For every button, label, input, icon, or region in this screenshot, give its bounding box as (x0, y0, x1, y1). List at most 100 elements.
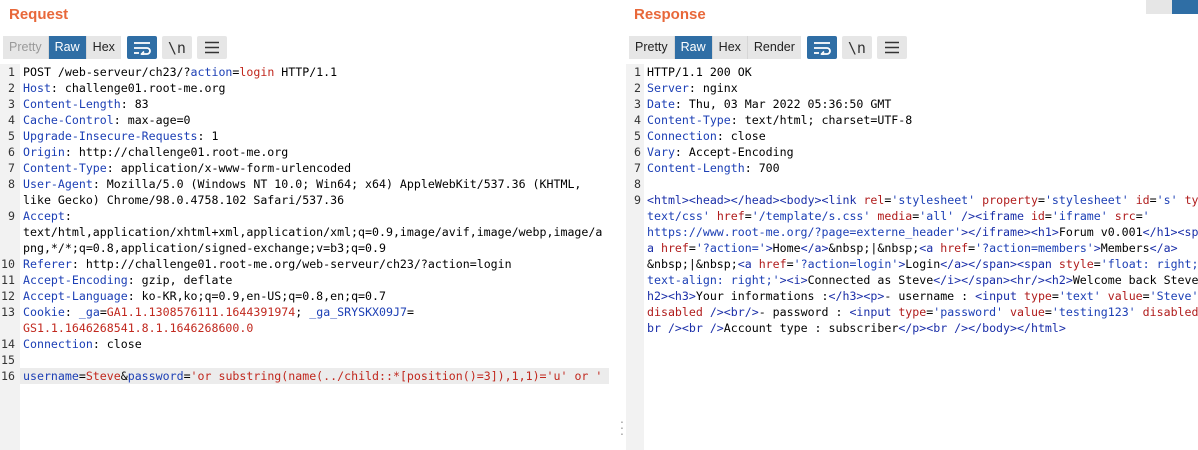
code-token: > (765, 241, 773, 255)
tab-hex[interactable]: Hex (712, 36, 748, 59)
code-token: like Gecko) Chrome/98.0.4758.102 Safari/… (23, 193, 345, 207)
code-token: <html> (647, 193, 689, 207)
code-text: Server: nginx (647, 80, 738, 96)
layout-split-button[interactable] (1172, 0, 1198, 14)
code-text: &nbsp;|&nbsp;<a href='?action=login'>Log… (647, 256, 1198, 272)
line-number: 1 (634, 65, 641, 79)
code-line: text/html,application/xhtml+xml,applicat… (0, 224, 619, 240)
code-token: text/css' (647, 209, 717, 223)
code-line: 9 <html><head></head><body><link rel='sty… (626, 192, 1198, 208)
code-token: = (1044, 305, 1052, 319)
code-line: disabled /><br/>- password : <input type… (626, 304, 1198, 320)
code-token: & (120, 369, 128, 383)
tab-render[interactable]: Render (747, 36, 801, 59)
more-options-icon[interactable]: · · · (619, 414, 625, 440)
code-token: </p> (898, 321, 927, 335)
code-token: /> (961, 209, 976, 223)
code-line: 7 Content-Type: application/x-www-form-ur… (0, 160, 619, 176)
code-token: <input (849, 305, 899, 319)
tab-raw[interactable]: Raw (48, 36, 87, 59)
request-editor[interactable]: 1 POST /web-serveur/ch23/?action=login HT… (0, 64, 619, 450)
layout-vertical-button[interactable] (1146, 0, 1172, 14)
pane-divider[interactable] (619, 0, 626, 450)
code-token: </i> (933, 273, 962, 287)
code-text: username=Steve&password='or substring(na… (23, 368, 602, 384)
response-view-tabs: Pretty Raw Hex Render (629, 36, 801, 59)
code-token: Server (647, 81, 689, 95)
code-token: '?action=login' (793, 257, 899, 271)
code-line: 9 Accept: (0, 208, 619, 224)
code-token: : max-age=0 (113, 113, 191, 127)
code-text: Cache-Control: max-age=0 (23, 112, 191, 128)
tab-pretty[interactable]: Pretty (3, 36, 49, 59)
code-line: GS1.1.1646268541.8.1.1646268600.0 (0, 320, 619, 336)
code-token: : nginx (688, 81, 738, 95)
show-newlines-button[interactable]: \n (161, 36, 192, 59)
code-text: Content-Length: 83 (23, 96, 149, 112)
code-text: Accept-Encoding: gzip, deflate (23, 272, 232, 288)
tab-raw[interactable]: Raw (674, 36, 713, 59)
line-number: 1 (8, 65, 15, 79)
code-line: 1 HTTP/1.1 200 OK (626, 64, 1198, 80)
line-number: 9 (634, 193, 641, 207)
newline-icon: \n (847, 38, 866, 57)
menu-button[interactable] (876, 36, 907, 59)
code-token: - password : (758, 305, 850, 319)
line-number: 7 (8, 161, 15, 175)
code-token: </body> (968, 321, 1017, 335)
code-token: = (406, 305, 414, 319)
code-token: property (982, 193, 1038, 207)
wrap-lines-button[interactable] (806, 36, 837, 59)
code-token: Date (647, 97, 675, 111)
code-text: Content-Type: application/x-www-form-url… (23, 160, 351, 176)
line-number: 12 (1, 289, 15, 303)
code-token: = (1051, 289, 1059, 303)
code-token: Content-Length (647, 161, 745, 175)
response-editor[interactable]: 1 HTTP/1.1 200 OK 2 Server: nginx 3 Date: Thu… (626, 64, 1198, 450)
code-token: : gzip, deflate (127, 273, 233, 287)
code-line: 6 Vary: Accept-Encoding (626, 144, 1198, 160)
tab-hex[interactable]: Hex (86, 36, 121, 59)
code-token: HTTP/1.1 (274, 65, 338, 79)
code-text: GS1.1.1646268541.8.1.1646268600.0 (23, 320, 253, 336)
code-token: password (127, 369, 184, 383)
code-token: : ko-KR,ko;q=0.9,en-US;q=0.8,en;q=0.7 (127, 289, 386, 303)
code-line: 14 Connection: close (0, 336, 619, 352)
code-token: disabled (647, 305, 710, 319)
tab-pretty[interactable]: Pretty (629, 36, 675, 59)
code-token: Connection (23, 337, 93, 351)
menu-icon (204, 41, 219, 54)
code-token: Connected as Steve (807, 273, 934, 287)
wrap-lines-button[interactable] (126, 36, 157, 59)
code-token: Members (1100, 241, 1150, 255)
code-text: Referer: http://challenge01.root-me.org/… (23, 256, 512, 272)
code-text: Upgrade-Insecure-Requests: 1 (23, 128, 218, 144)
code-token: 'Steve' (1149, 289, 1198, 303)
menu-button[interactable] (196, 36, 227, 59)
code-line: like Gecko) Chrome/98.0.4758.102 Safari/… (0, 192, 619, 208)
line-number: 6 (634, 145, 641, 159)
line-number: 10 (1, 257, 15, 271)
code-token: _ga (78, 305, 100, 319)
code-token: Referer (23, 257, 72, 271)
code-token: 'testing123' (1051, 305, 1143, 319)
layout-toggle[interactable] (1144, 0, 1198, 14)
line-number: 2 (634, 81, 641, 95)
code-line: 3 Date: Thu, 03 Mar 2022 05:36:50 GMT (626, 96, 1198, 112)
code-token: </a> (1149, 241, 1178, 255)
line-number: 4 (634, 113, 641, 127)
code-line: 4 Cache-Control: max-age=0 (0, 112, 619, 128)
code-line: 2 Host: challenge01.root-me.org (0, 80, 619, 96)
code-token: = (78, 369, 86, 383)
code-token: : close (92, 337, 142, 351)
code-token: <iframe (975, 209, 1031, 223)
code-line: a href='?action='>Home</a>&nbsp;|&nbsp;<… (626, 240, 1198, 256)
code-token: a (647, 241, 661, 255)
request-view-tabs: Pretty Raw Hex (3, 36, 121, 59)
code-token: Host (23, 81, 51, 95)
code-token: = (1037, 193, 1045, 207)
code-token: : (64, 305, 79, 319)
code-token: 's' (1156, 193, 1185, 207)
show-newlines-button[interactable]: \n (841, 36, 872, 59)
code-token: h2> (647, 289, 668, 303)
